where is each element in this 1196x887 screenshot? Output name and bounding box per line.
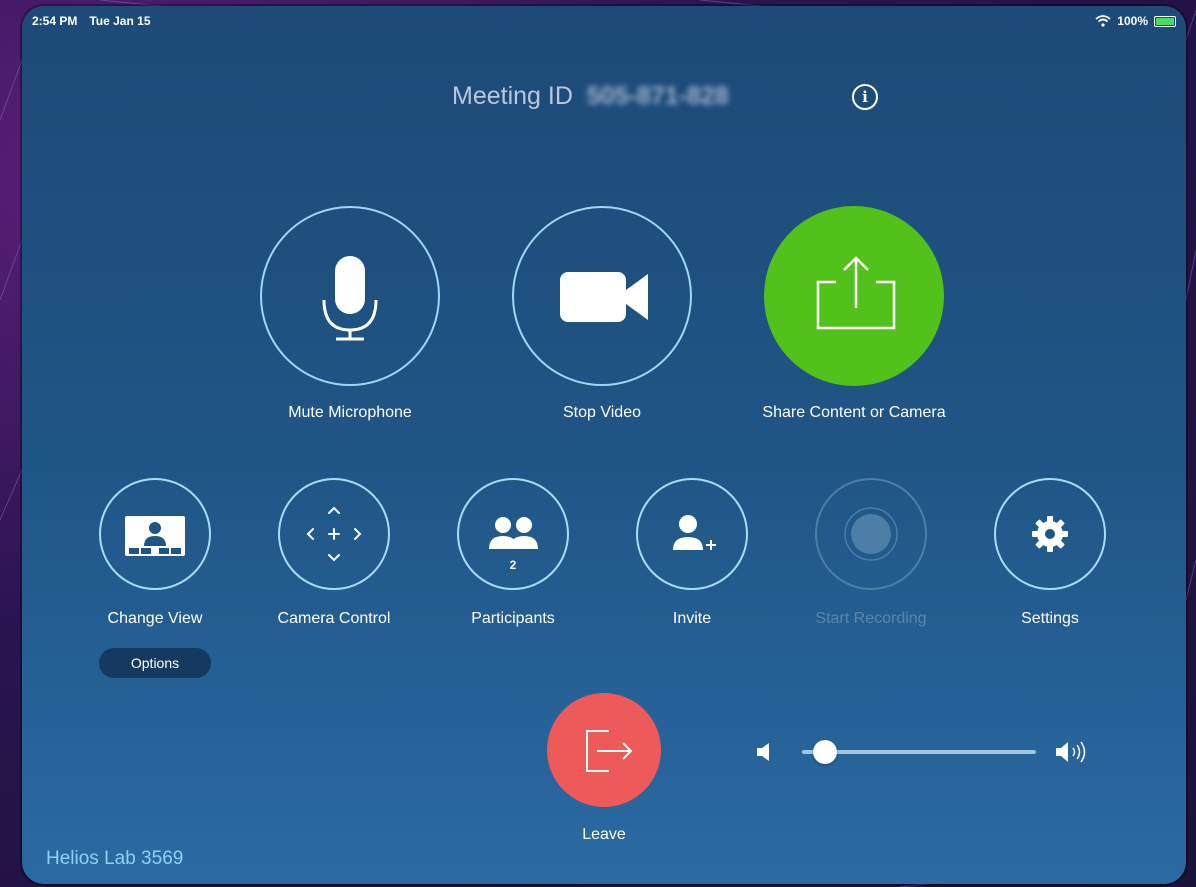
invite-icon [673,515,716,550]
share-icon [816,256,896,330]
wifi-icon [1095,15,1111,27]
battery-percent: 100% [1117,14,1148,28]
meeting-id-display: Meeting ID 505-871-828 [452,82,729,111]
microphone-icon [322,256,378,341]
stop-video-button[interactable] [512,206,692,386]
leave-button[interactable] [547,693,661,807]
volume-low-icon [757,743,769,761]
participants-button[interactable]: 2 [457,478,569,590]
participants-label: Participants [471,610,555,627]
status-time: 2:54 PM [32,14,78,28]
meeting-id-label: Meeting ID [452,82,573,110]
participant-count: 2 [509,558,517,572]
meeting-screen: 2:54 PM Tue Jan 15 100% Meeting ID 505-8… [22,6,1186,884]
start-recording-label: Start Recording [815,610,927,627]
camera-control-label: Camera Control [277,610,391,627]
settings-button[interactable] [994,478,1106,590]
invite-label: Invite [672,610,712,627]
mute-microphone-label: Mute Microphone [288,404,412,421]
settings-label: Settings [1021,610,1079,627]
battery-icon [1154,15,1176,27]
status-bar: 2:54 PM Tue Jan 15 100% [32,14,1176,32]
info-icon[interactable]: i [852,84,878,110]
camera-control-icon [306,506,362,562]
change-view-button[interactable] [99,478,211,590]
stop-video-label: Stop Video [563,404,641,421]
status-date: Tue Jan 15 [89,14,151,28]
video-camera-icon [560,272,648,322]
layout-icon [125,516,185,556]
record-icon [844,507,898,561]
volume-high-icon [1056,741,1086,763]
mute-microphone-button[interactable] [260,206,440,386]
exit-icon [586,730,633,772]
share-content-button[interactable] [764,206,944,386]
start-recording-button[interactable] [815,478,927,590]
room-name: Helios Lab 3569 [46,848,184,869]
options-button[interactable]: Options [99,648,211,678]
share-content-label: Share Content or Camera [762,404,946,421]
volume-slider-thumb[interactable] [812,740,837,764]
volume-slider-track[interactable] [802,750,1036,754]
invite-button[interactable] [636,478,748,590]
leave-label: Leave [582,826,626,843]
change-view-label: Change View [107,610,203,627]
meeting-id-value: 505-871-828 [586,82,729,110]
gear-icon [1032,516,1068,552]
camera-control-button[interactable] [278,478,390,590]
